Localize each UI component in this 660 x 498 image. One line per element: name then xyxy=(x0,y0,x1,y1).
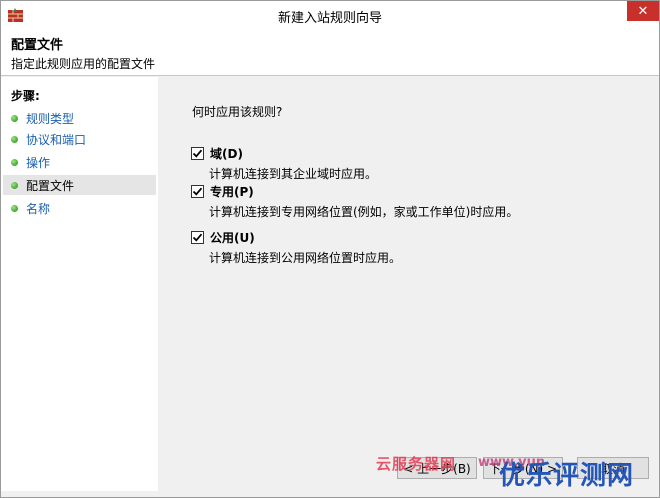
close-button[interactable]: ✕ xyxy=(627,1,659,21)
sidebar-item-profile[interactable]: 配置文件 xyxy=(3,175,156,195)
close-icon: ✕ xyxy=(637,3,649,19)
sidebar-item-label: 协议和端口 xyxy=(26,132,87,147)
question-text: 何时应用该规则? xyxy=(192,105,283,119)
step-bullet-icon xyxy=(11,158,18,166)
title-bar[interactable]: 新建入站规则向导 ✕ xyxy=(1,1,659,30)
page-title: 配置文件 xyxy=(11,38,64,53)
steps-sidebar: 步骤: 规则类型 协议和端口 操作 配置文件 名称 xyxy=(1,77,158,491)
public-label[interactable]: 公用(U) xyxy=(210,229,255,246)
option-public: 公用(U) 计算机连接到公用网络位置时应用。 xyxy=(191,229,401,266)
wizard-window: 新建入站规则向导 ✕ 配置文件 指定此规则应用的配置文件 步骤: 规则类型 协议… xyxy=(0,0,660,498)
checkmark-icon xyxy=(192,149,203,158)
sidebar-item-name[interactable]: 名称 xyxy=(3,198,156,218)
sidebar-item-label: 名称 xyxy=(26,201,51,216)
step-bullet-icon xyxy=(11,135,18,143)
private-description: 计算机连接到专用网络位置(例如，家或工作单位)时应用。 xyxy=(209,205,519,219)
domain-label[interactable]: 域(D) xyxy=(210,145,243,162)
sidebar-item-label: 配置文件 xyxy=(26,178,75,193)
steps-title: 步骤: xyxy=(11,89,40,103)
sidebar-item-action[interactable]: 操作 xyxy=(3,152,156,172)
watermark-right: 优乐评测网 xyxy=(499,461,635,491)
step-bullet-icon xyxy=(11,114,18,122)
main-content: 何时应用该规则? 域(D) 计算机连接到其企业域时应用。 专用(P) 计算机连接… xyxy=(159,77,659,491)
page-header: 配置文件 指定此规则应用的配置文件 xyxy=(1,30,659,76)
private-label[interactable]: 专用(P) xyxy=(210,183,254,200)
step-bullet-icon xyxy=(11,204,18,212)
checkmark-icon xyxy=(192,187,203,196)
public-checkbox[interactable] xyxy=(191,231,204,244)
sidebar-item-label: 规则类型 xyxy=(26,111,75,126)
option-domain: 域(D) 计算机连接到其企业域时应用。 xyxy=(191,145,377,182)
checkmark-icon xyxy=(192,233,203,242)
page-subtitle: 指定此规则应用的配置文件 xyxy=(11,57,156,71)
sidebar-item-label: 操作 xyxy=(26,155,51,170)
public-description: 计算机连接到公用网络位置时应用。 xyxy=(209,251,402,265)
window-title: 新建入站规则向导 xyxy=(277,11,382,26)
sidebar-item-protocol-ports[interactable]: 协议和端口 xyxy=(3,129,156,149)
step-bullet-icon xyxy=(11,181,18,189)
private-checkbox[interactable] xyxy=(191,185,204,198)
domain-description: 计算机连接到其企业域时应用。 xyxy=(209,167,378,181)
sidebar-item-rule-type[interactable]: 规则类型 xyxy=(3,108,156,128)
watermark-left: 云服务器网 xyxy=(376,455,457,473)
domain-checkbox[interactable] xyxy=(191,147,204,160)
option-private: 专用(P) 计算机连接到专用网络位置(例如，家或工作单位)时应用。 xyxy=(191,183,518,220)
